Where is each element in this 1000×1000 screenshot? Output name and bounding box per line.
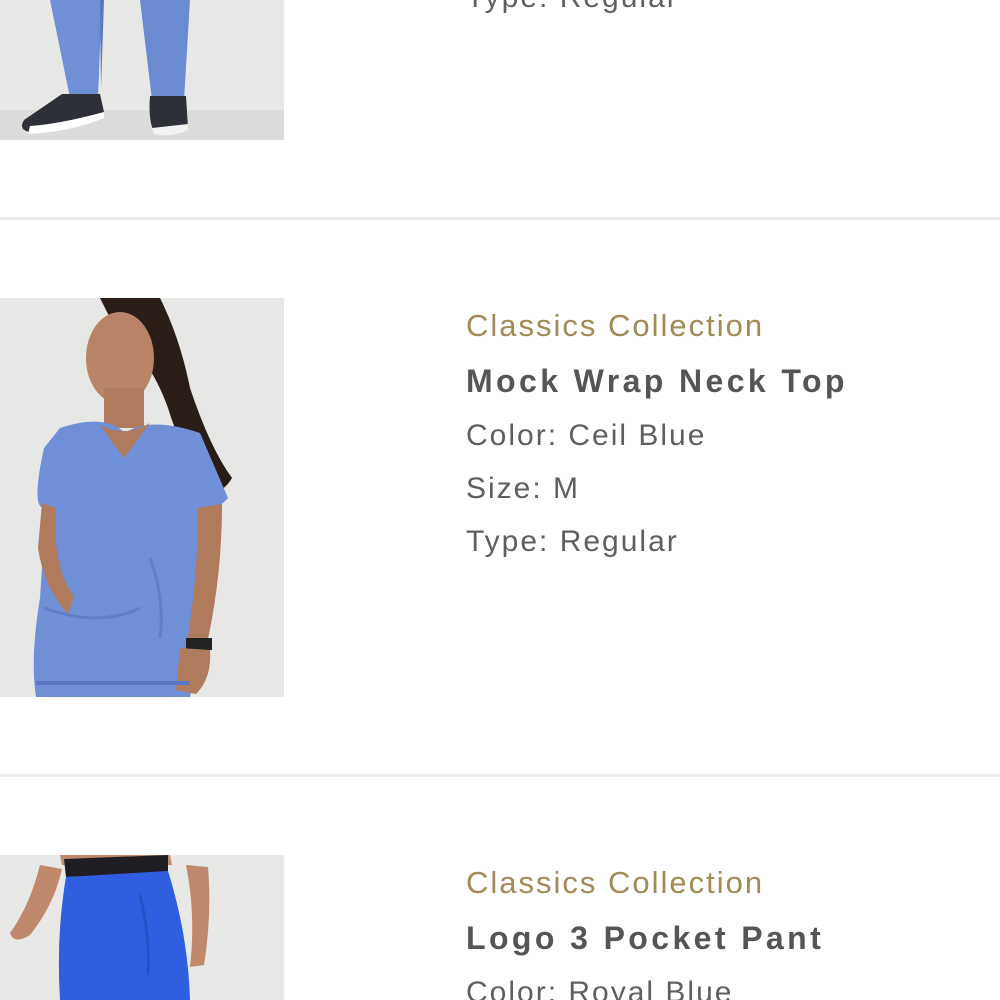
pant-photo-icon bbox=[0, 855, 284, 1000]
product-size: Size: M bbox=[466, 472, 581, 505]
product-color: Color: Ceil Blue bbox=[466, 419, 707, 452]
product-type: Type: Regular bbox=[466, 0, 986, 18]
product-color: Color: Royal Blue bbox=[466, 976, 734, 1000]
product-image[interactable] bbox=[0, 298, 284, 697]
cart-item-list: Type: Regular bbox=[0, 0, 1000, 1000]
product-image[interactable] bbox=[0, 855, 284, 1000]
product-image[interactable] bbox=[0, 0, 284, 140]
cart-item: Type: Regular bbox=[0, 0, 1000, 218]
product-name[interactable]: Logo 3 Pocket Pant bbox=[466, 916, 986, 960]
pant-photo-icon bbox=[0, 0, 284, 140]
cart-item: Classics Collection Mock Wrap Neck Top C… bbox=[0, 220, 1000, 775]
collection-name: Classics Collection bbox=[466, 865, 765, 900]
product-name[interactable]: Mock Wrap Neck Top bbox=[466, 359, 986, 403]
collection-name: Classics Collection bbox=[466, 308, 765, 343]
top-photo-icon bbox=[0, 298, 284, 697]
product-type: Type: Regular bbox=[466, 525, 679, 558]
cart-item: Classics Collection Logo 3 Pocket Pant C… bbox=[0, 777, 1000, 1000]
